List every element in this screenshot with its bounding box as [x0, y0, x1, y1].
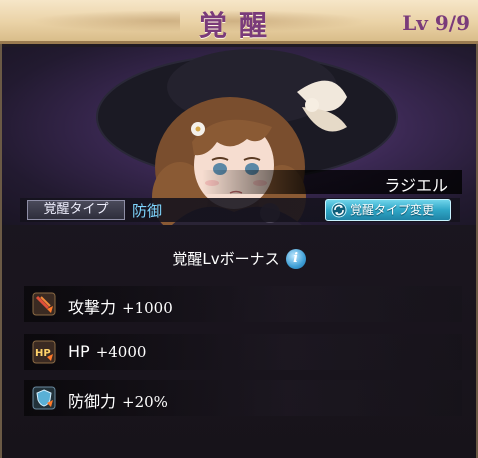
bonus-row-hp: HP HP +4000	[24, 334, 462, 370]
bonus-row-defense: 防御力 +20%	[24, 380, 462, 416]
bonus-section-title: 覚醒Lvボーナス i	[0, 248, 478, 269]
awakening-type-label: 覚醒タイプ	[27, 200, 125, 220]
hp-icon: HP	[32, 340, 56, 364]
bonus-value-defense: +20%	[122, 393, 168, 411]
bonus-stat-hp: HP	[68, 342, 90, 361]
bonus-value-attack: +1000	[122, 299, 173, 317]
bonus-row-attack: 攻撃力 +1000	[24, 286, 462, 322]
bonus-stat-defense: 防御力	[68, 392, 117, 411]
change-awakening-type-button[interactable]: 覚醒タイプ変更	[325, 199, 451, 221]
attack-sword-icon	[32, 292, 56, 316]
change-awakening-type-label: 覚醒タイプ変更	[350, 203, 435, 217]
awakening-type-value: 防御	[132, 202, 163, 220]
bonus-value-hp: +4000	[95, 343, 147, 361]
info-icon[interactable]: i	[285, 248, 306, 269]
bonus-stat-attack: 攻撃力	[68, 298, 117, 317]
character-name: ラジエル	[384, 176, 448, 195]
defense-shield-icon	[32, 386, 56, 410]
bonus-title-text: 覚醒Lvボーナス	[172, 250, 280, 268]
sync-icon	[331, 202, 347, 218]
awakening-level: Lv 9/9	[402, 11, 470, 35]
